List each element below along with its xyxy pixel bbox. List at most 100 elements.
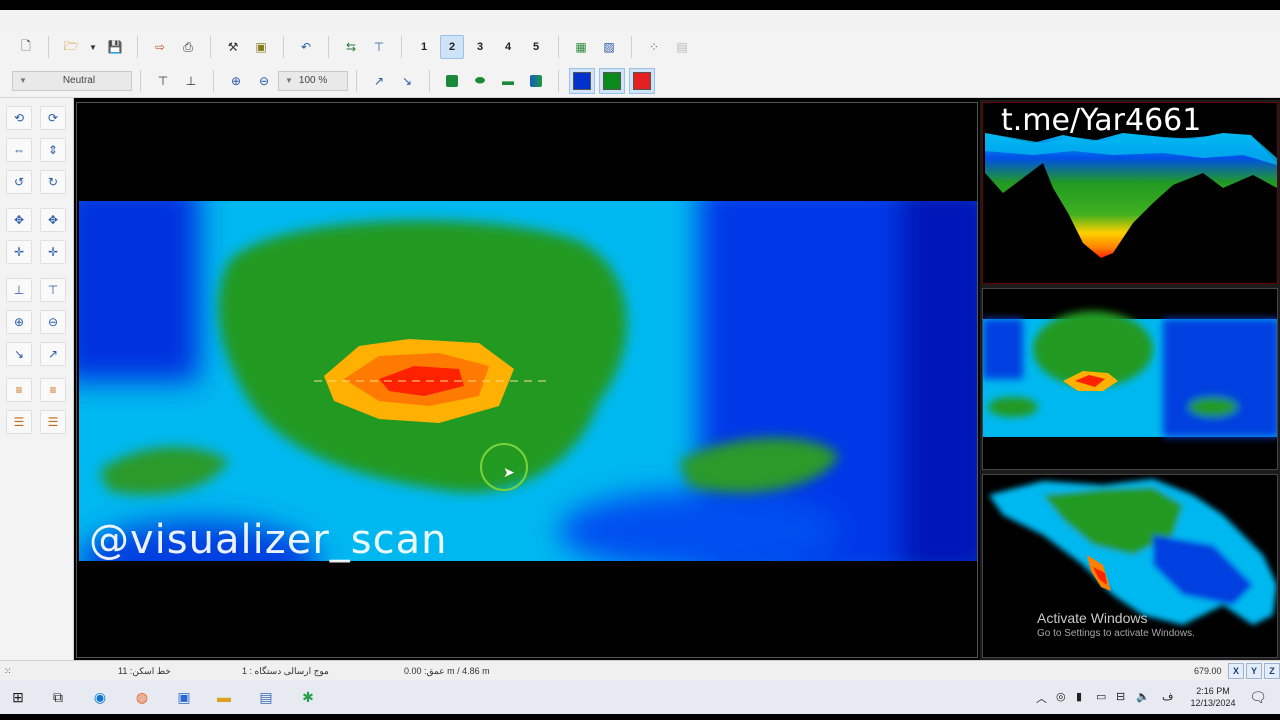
volume-icon[interactable] [524,69,548,93]
scan-view-3-button[interactable]: 3 [468,35,492,59]
signal-down-icon[interactable]: ↘ [395,69,419,93]
rotate-right-icon[interactable]: ⟳ [40,106,66,130]
tray-battery-icon[interactable]: ▭ [1096,690,1106,703]
picture-icon[interactable]: ▨ [597,35,621,59]
red-swatch [633,71,651,90]
file-explorer-icon[interactable]: ▬ [212,686,236,708]
scan-view-4-button[interactable]: 4 [496,35,520,59]
cross-section-panel[interactable]: t.me/Yar4661 [982,102,1278,284]
left-toolbar-row: ⊕ ⊖ [6,310,66,334]
tray-network-icon[interactable]: ⊟ [1116,690,1125,703]
align-bottom-icon[interactable]: ⊥ [6,278,32,302]
scan-view-5-button[interactable]: 5 [524,35,548,59]
start-icon[interactable]: ⊞ [6,686,30,708]
zoom-select[interactable]: ▼ 100 % [278,70,348,91]
scan-view-2-button[interactable]: 2 [440,35,464,59]
edge-icon[interactable]: ◉ [88,686,112,708]
move-icon[interactable]: ✥ [6,208,32,232]
tray-language-icon[interactable]: ف [1162,690,1173,703]
align-bottom-icon[interactable]: ⊥ [179,69,203,93]
red-color-button[interactable] [629,67,655,94]
flip-vertical-icon[interactable]: ⇕ [40,138,66,162]
settings-doc-icon[interactable]: ▣ [249,35,273,59]
left-toolbar-row: ✛ ✛ [6,240,66,264]
title-bar [0,10,1280,30]
tools-icon[interactable]: ⚒ [221,35,245,59]
video-letterbox-bottom [0,714,1280,720]
top-view-panel[interactable] [982,288,1278,470]
zoom-in-icon[interactable]: ⊕ [6,310,32,334]
open-folder-icon[interactable]: 🗁 [59,35,83,59]
tray-shield-icon[interactable]: ◎ [1056,690,1066,703]
stack-down-icon[interactable]: ☰ [6,410,32,434]
align-top-icon[interactable]: ⊤ [151,69,175,93]
new-file-icon[interactable]: 🗋 [14,35,38,59]
filter-icon[interactable]: ⇆ [339,35,363,59]
signal-down-icon[interactable]: ↘ [6,342,32,366]
firefox-icon[interactable]: ◍ [130,686,154,708]
level-icon[interactable]: ⊤ [367,35,391,59]
pan-alt-icon[interactable]: ✛ [40,240,66,264]
3d-view-panel[interactable]: Activate Windows Go to Settings to activ… [982,474,1278,658]
disabled-chart-icon[interactable]: ▤ [670,35,694,59]
tilt-right-icon[interactable]: ↻ [40,170,66,194]
activate-windows-title: Activate Windows [1037,610,1148,626]
app-window-icon[interactable]: ▤ [254,686,278,708]
flat-icon[interactable]: ▬ [496,69,520,93]
notifications-icon[interactable]: 🗨 [1246,686,1270,708]
decrease-icon[interactable]: ≡ [40,378,66,402]
toolbar-separator [210,36,211,58]
top-view-green-small-right [1188,397,1238,417]
top-view-blue-left [983,319,1023,379]
status-depth: عمق: 0.00 m / 4.86 m [404,666,490,676]
surface-icon[interactable]: ⬬ [468,69,492,93]
move-alt-icon[interactable]: ✥ [40,208,66,232]
mode-select[interactable]: ▼ Neutral [12,70,132,91]
signal-up-icon[interactable]: ↗ [367,69,391,93]
main-scan-view[interactable]: @visualizer_scan ➤ [76,102,978,658]
scanner-app-icon[interactable]: ✱ [296,686,320,708]
pan-icon[interactable]: ✛ [6,240,32,264]
tray-mic-icon[interactable]: ▮ [1076,690,1082,703]
task-view-icon[interactable]: ⧉ [46,686,70,708]
flip-horizontal-icon[interactable]: ⇔ [6,138,32,162]
undo-icon[interactable]: ↶ [294,35,318,59]
zoom-in-icon[interactable]: ⊕ [224,69,248,93]
stack-up-icon[interactable]: ☰ [40,410,66,434]
left-toolbar-row: ⇔ ⇕ [6,138,66,162]
blue-swatch [573,71,591,90]
scan-view-1-button[interactable]: 1 [412,35,436,59]
tray-chevron-icon[interactable]: ︿ [1036,690,1047,706]
export-icon[interactable]: ⇨ [148,35,172,59]
scatter-icon[interactable]: ⁘ [642,35,666,59]
zoom-out-icon[interactable]: ⊖ [40,310,66,334]
rotate-left-icon[interactable]: ⟲ [6,106,32,130]
chart-icon[interactable]: ▦ [569,35,593,59]
left-toolbar-row: ✥ ✥ [6,208,66,232]
axis-y-button[interactable]: Y [1246,663,1262,679]
zoom-out-icon[interactable]: ⊖ [252,69,276,93]
view-toolbar: ▼ Neutral ⊤ ⊥ ⊕ ⊖ ▼ 100 % ↗ ↘ ⬬ ▬ [0,64,1280,98]
video-letterbox-top [0,0,1280,10]
status-bar: ⁙ خط اسکن: 11 موج ارسالی دستگاه : 1 عمق:… [0,660,1280,680]
align-top-icon[interactable]: ⊤ [40,278,66,302]
toolbar-separator [137,36,138,58]
heatmap-svg [79,201,977,561]
layer-icon[interactable] [440,69,464,93]
axis-z-button[interactable]: Z [1264,663,1280,679]
increase-icon[interactable]: ≡ [6,378,32,402]
taskbar-clock[interactable]: 2:16 PM 12/13/2024 [1186,685,1240,709]
store-icon[interactable]: ▣ [172,686,196,708]
chevron-down-icon: ▼ [19,76,27,85]
blue-color-button[interactable] [569,67,595,94]
axis-x-button[interactable]: X [1228,663,1244,679]
green-color-button[interactable] [599,67,625,94]
dropdown-arrow-icon[interactable]: ▼ [87,35,99,59]
heatmap-image[interactable] [79,201,977,561]
tray-volume-icon[interactable]: 🔈 [1136,690,1150,703]
tilt-left-icon[interactable]: ↺ [6,170,32,194]
save-icon[interactable]: 💾 [103,35,127,59]
signal-up-icon[interactable]: ↗ [40,342,66,366]
left-toolbar: ⟲ ⟳ ⇔ ⇕ ↺ ↻ ✥ ✥ ✛ ✛ ⊥ ⊤ ⊕ ⊖ ↘ ↗ ≡ ≡ ☰ ☰ [0,98,74,660]
print-icon[interactable]: ⎙ [176,35,200,59]
